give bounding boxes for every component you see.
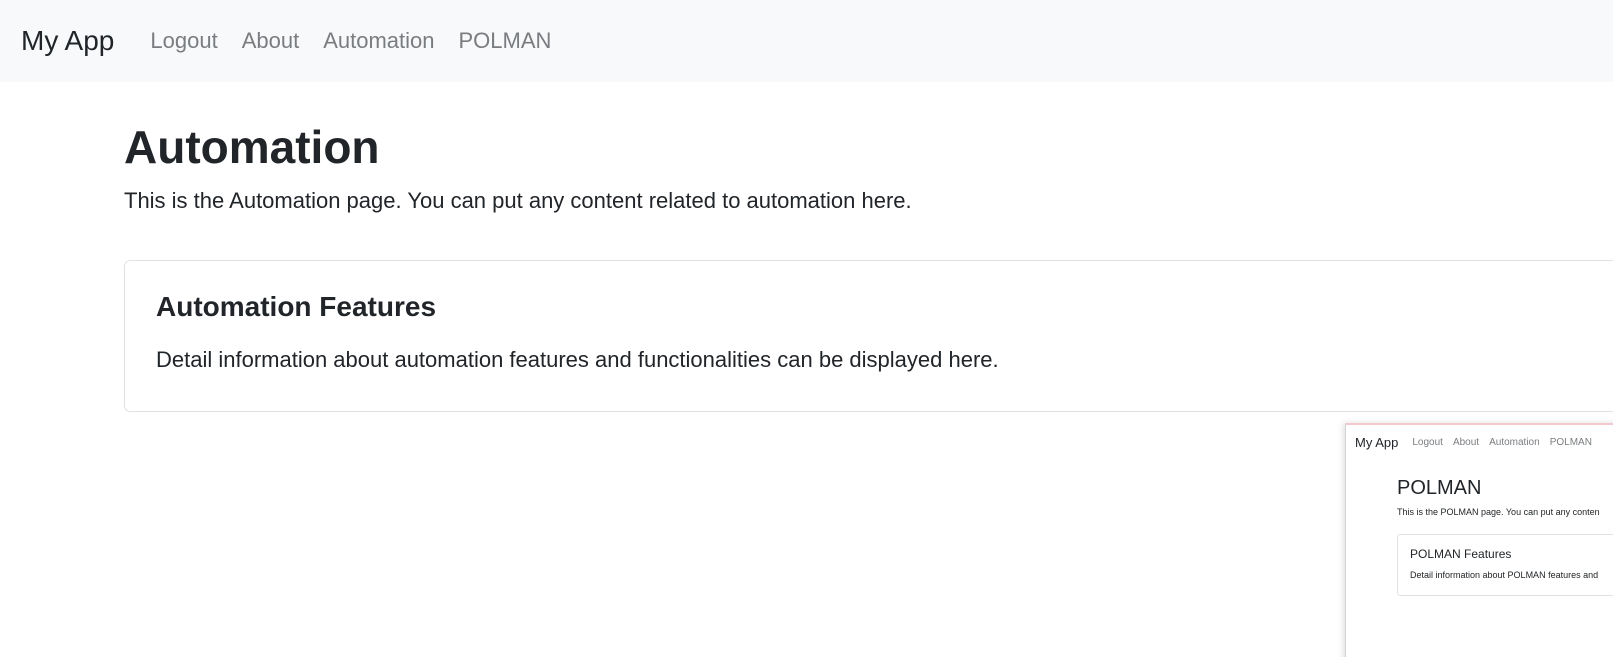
thumbnail-link-about: About (1452, 436, 1480, 448)
top-navbar: My App Logout About Automation POLMAN (0, 0, 1613, 82)
page-intro: This is the Automation page. You can put… (124, 188, 912, 214)
nav-links: Logout About Automation POLMAN (150, 28, 551, 54)
features-card: Automation Features Detail information a… (124, 260, 1613, 412)
main-content: Automation This is the Automation page. … (124, 120, 1613, 214)
thumbnail-nav-links: Logout About Automation POLMAN (1412, 437, 1592, 448)
thumbnail-brand: My App (1355, 434, 1399, 450)
page-title: Automation (124, 121, 380, 173)
thumbnail-card-title: POLMAN Features (1410, 547, 1512, 561)
card-text: Detail information about automation feat… (156, 347, 999, 372)
nav-link-automation[interactable]: Automation (323, 28, 434, 54)
page-preview-thumbnail[interactable]: My App Logout About Automation POLMAN PO… (1345, 423, 1613, 657)
card-title: Automation Features (156, 291, 437, 322)
thumbnail-intro: This is the POLMAN page. You can put any… (1397, 507, 1600, 517)
thumbnail-navbar: My App Logout About Automation POLMAN (1346, 425, 1613, 459)
thumbnail-link-polman: POLMAN (1549, 436, 1592, 448)
nav-link-polman[interactable]: POLMAN (458, 28, 551, 54)
thumbnail-link-logout: Logout (1412, 436, 1443, 448)
thumbnail-card-text: Detail information about POLMAN features… (1410, 570, 1599, 580)
thumbnail-title: POLMAN (1397, 477, 1482, 499)
nav-link-about[interactable]: About (242, 28, 300, 54)
brand-link[interactable]: My App (21, 25, 114, 57)
nav-link-logout[interactable]: Logout (150, 28, 217, 54)
thumbnail-link-automation: Automation (1489, 436, 1540, 448)
thumbnail-card: POLMAN Features Detail information about… (1397, 534, 1613, 596)
